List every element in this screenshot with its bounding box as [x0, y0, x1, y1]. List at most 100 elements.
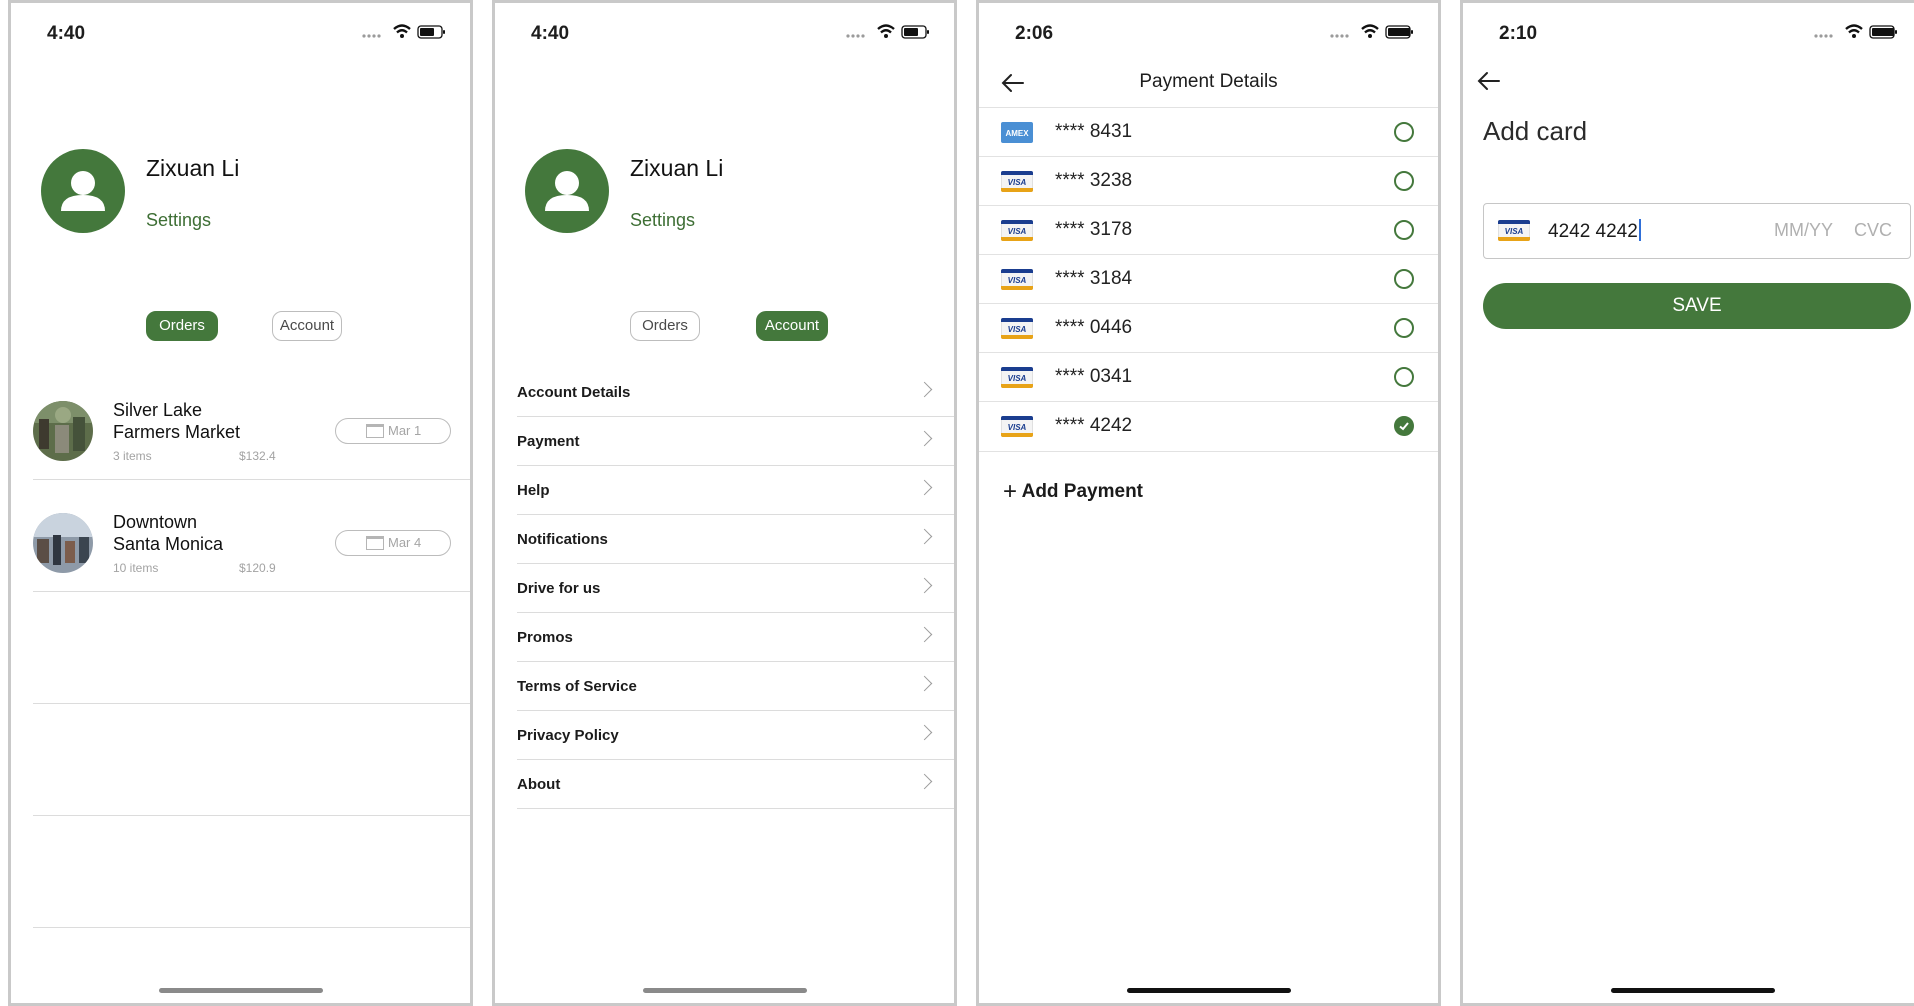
- payment-card-row[interactable]: VISA **** 3184: [979, 254, 1438, 304]
- status-time: 2:06: [1015, 23, 1054, 44]
- order-date-badge: Mar 1: [335, 418, 451, 444]
- settings-link[interactable]: Settings: [146, 210, 211, 231]
- status-icons: [846, 24, 929, 39]
- market-photo: [33, 513, 93, 573]
- add-payment-label: Add Payment: [1021, 481, 1144, 502]
- order-name-line2: Farmers Market: [113, 422, 241, 442]
- menu-item-help[interactable]: Help: [517, 465, 954, 515]
- radio-unselected[interactable]: [1394, 318, 1414, 338]
- order-name-line1: Silver Lake: [113, 400, 203, 420]
- menu-item-payment[interactable]: Payment: [517, 416, 954, 466]
- card-number-input[interactable]: 4242 4242: [1548, 219, 1641, 243]
- home-indicator: [1126, 988, 1291, 993]
- menu-label: Terms of Service: [517, 678, 637, 695]
- order-market-name: Silver Lake Farmers Market: [113, 399, 273, 443]
- menu-item-account-details[interactable]: Account Details: [517, 367, 954, 417]
- calendar-icon: [366, 536, 384, 550]
- radio-unselected[interactable]: [1394, 367, 1414, 387]
- menu-label: Help: [517, 482, 550, 499]
- card-number: **** 0341: [1055, 366, 1133, 387]
- text-cursor: [1638, 219, 1641, 241]
- profile-name: Zixuan Li: [146, 155, 240, 181]
- order-row[interactable]: Downtown Santa Monica 10 items $120.9 Ma…: [33, 479, 470, 592]
- calendar-icon: [366, 424, 384, 438]
- svg-text:VISA: VISA: [1008, 325, 1027, 334]
- svg-text:AMEX: AMEX: [1005, 129, 1029, 138]
- menu-label: Drive for us: [517, 580, 601, 597]
- order-date-badge: Mar 4: [335, 530, 451, 556]
- chevron-right-icon: [916, 724, 933, 741]
- card-number-value: 4242 4242: [1548, 221, 1638, 242]
- market-photo: [33, 401, 93, 461]
- menu-item-notifications[interactable]: Notifications: [517, 514, 954, 564]
- cvc-input[interactable]: CVC: [1854, 220, 1892, 241]
- order-total: $120.9: [239, 561, 276, 575]
- status-time: 4:40: [47, 23, 86, 44]
- order-item-count: 10 items: [113, 561, 159, 575]
- expiry-input[interactable]: MM/YY: [1774, 220, 1833, 241]
- order-row[interactable]: Silver Lake Farmers Market 3 items $132.…: [33, 367, 470, 480]
- card-number: **** 3184: [1055, 268, 1133, 289]
- tab-orders[interactable]: Orders: [146, 311, 218, 341]
- svg-text:VISA: VISA: [1008, 178, 1027, 187]
- user-icon: [545, 171, 589, 211]
- avatar[interactable]: [525, 149, 609, 233]
- chevron-right-icon: [916, 577, 933, 594]
- add-payment-button[interactable]: + Add Payment: [1003, 476, 1144, 505]
- payment-card-row[interactable]: AMEX **** 8431: [979, 107, 1438, 157]
- back-arrow-icon[interactable]: [1477, 69, 1501, 93]
- menu-item-about[interactable]: About: [517, 759, 954, 809]
- avatar[interactable]: [41, 149, 125, 233]
- chevron-right-icon: [916, 430, 933, 447]
- tab-account[interactable]: Account: [272, 311, 342, 341]
- payment-card-row[interactable]: VISA **** 4242: [979, 401, 1438, 452]
- card-number: **** 3238: [1055, 170, 1133, 191]
- order-total: $132.4: [239, 449, 276, 463]
- page-title: Payment Details: [1139, 71, 1278, 92]
- status-time: 4:40: [531, 23, 570, 44]
- chevron-right-icon: [916, 479, 933, 496]
- card-number: **** 3178: [1055, 219, 1133, 240]
- visa-logo-icon: VISA: [1001, 269, 1033, 290]
- chevron-right-icon: [916, 528, 933, 545]
- svg-text:VISA: VISA: [1008, 276, 1027, 285]
- amex-logo-icon: AMEX: [1001, 122, 1033, 143]
- payment-card-row[interactable]: VISA **** 0446: [979, 303, 1438, 353]
- svg-text:VISA: VISA: [1505, 227, 1524, 236]
- card-input-field[interactable]: VISA 4242 4242 MM/YY CVC: [1483, 203, 1911, 259]
- visa-logo-icon: VISA: [1001, 318, 1033, 339]
- radio-unselected[interactable]: [1394, 269, 1414, 289]
- order-date: Mar 4: [388, 535, 422, 550]
- radio-unselected[interactable]: [1394, 171, 1414, 191]
- menu-label: Payment: [517, 433, 580, 450]
- card-number: **** 0446: [1055, 317, 1133, 338]
- order-date: Mar 1: [388, 423, 422, 438]
- menu-item-promos[interactable]: Promos: [517, 612, 954, 662]
- menu-item-privacy-policy[interactable]: Privacy Policy: [517, 710, 954, 760]
- payment-card-row[interactable]: VISA **** 0341: [979, 352, 1438, 402]
- radio-unselected[interactable]: [1394, 122, 1414, 142]
- home-indicator: [1610, 988, 1775, 993]
- radio-selected[interactable]: [1394, 416, 1414, 436]
- screen-add-card: 2:10 Add card VISA 4242 4242 MM/YY CVC S…: [1460, 0, 1914, 1006]
- chevron-right-icon: [916, 381, 933, 398]
- radio-unselected[interactable]: [1394, 220, 1414, 240]
- menu-label: Promos: [517, 629, 573, 646]
- save-button[interactable]: SAVE: [1483, 283, 1911, 329]
- tab-orders[interactable]: Orders: [630, 311, 700, 341]
- tab-account[interactable]: Account: [756, 311, 828, 341]
- svg-text:VISA: VISA: [1008, 423, 1027, 432]
- visa-logo-icon: VISA: [1001, 416, 1033, 437]
- menu-item-terms-of-service[interactable]: Terms of Service: [517, 661, 954, 711]
- menu-item-drive-for-us[interactable]: Drive for us: [517, 563, 954, 613]
- card-number: **** 8431: [1055, 121, 1133, 142]
- checkmark-icon: [1399, 422, 1409, 431]
- payment-card-row[interactable]: VISA **** 3238: [979, 156, 1438, 206]
- settings-link[interactable]: Settings: [630, 210, 695, 231]
- plus-icon: +: [1003, 478, 1018, 505]
- page-title: Add card: [1483, 116, 1588, 146]
- payment-card-row[interactable]: VISA **** 3178: [979, 205, 1438, 255]
- divider: [33, 927, 470, 928]
- screen-orders: 4:40 Zixuan Li Settings Orders Account S…: [8, 0, 473, 1006]
- visa-logo-icon: VISA: [1001, 220, 1033, 241]
